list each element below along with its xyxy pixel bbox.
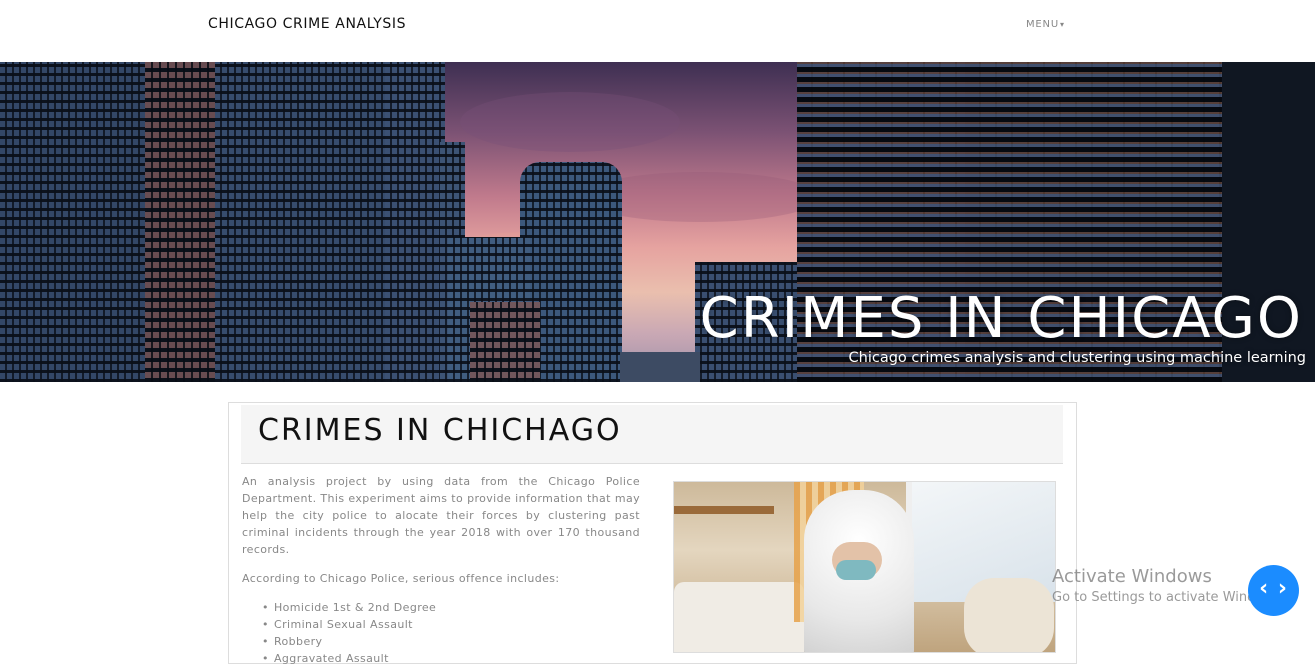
list-item: Homicide 1st & 2nd Degree xyxy=(262,599,640,616)
offence-list: Homicide 1st & 2nd Degree Criminal Sexua… xyxy=(242,599,640,667)
hero-banner: CRIMES IN CHICAGO Chicago crimes analysi… xyxy=(0,62,1315,382)
list-item: Criminal Sexual Assault xyxy=(262,616,640,633)
content-panel: CRIMES IN CHICHAGO An analysis project b… xyxy=(228,402,1077,667)
menu-label: MENU xyxy=(1026,19,1059,30)
caret-down-icon: ▾ xyxy=(1059,20,1065,29)
offence-intro: According to Chicago Police, serious off… xyxy=(242,572,560,585)
section-heading-box: CRIMES IN CHICHAGO xyxy=(241,405,1063,464)
hero-subtitle: Chicago crimes analysis and clustering u… xyxy=(848,350,1306,366)
list-item: Aggravated Assault xyxy=(262,650,640,667)
menu-dropdown-button[interactable]: MENU▾ xyxy=(1026,19,1065,30)
hero-title: CRIMES IN CHICAGO xyxy=(699,286,1303,351)
list-item: Robbery xyxy=(262,633,640,650)
section-heading: CRIMES IN CHICHAGO xyxy=(258,413,622,448)
intro-paragraph: An analysis project by using data from t… xyxy=(242,475,640,556)
crime-scene-photo xyxy=(673,481,1056,653)
code-nav-button[interactable]: ‹ › xyxy=(1248,565,1299,616)
top-navbar: CHICAGO CRIME ANALYSIS MENU▾ xyxy=(0,0,1315,62)
site-brand-link[interactable]: CHICAGO CRIME ANALYSIS xyxy=(208,16,406,32)
